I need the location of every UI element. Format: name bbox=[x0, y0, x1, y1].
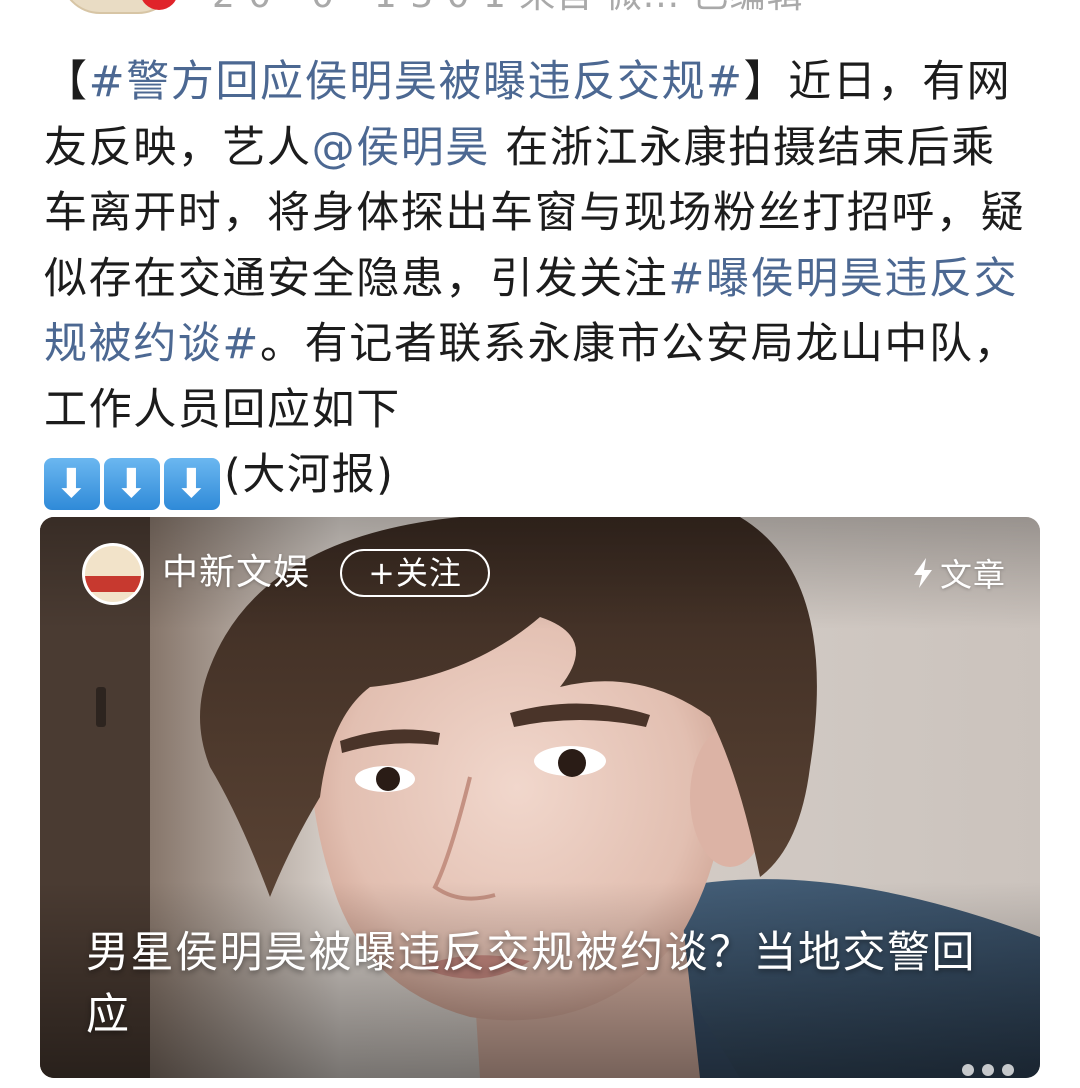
article-type-label: 文章 bbox=[912, 553, 1006, 594]
bracket-open: 【 bbox=[44, 57, 89, 107]
arrow-down-emoji-icon: ⬇ bbox=[164, 458, 220, 510]
watermark-dots bbox=[962, 1064, 1014, 1076]
logo-band bbox=[85, 576, 141, 592]
mention-link[interactable]: @侯明昊 bbox=[312, 123, 490, 173]
watermark-dot bbox=[1002, 1064, 1014, 1076]
watermark-dot bbox=[982, 1064, 994, 1076]
bracket-close: 】 bbox=[743, 57, 789, 107]
post-meta: 2 0 - 0 - 1 3 0 1 来自 微... 已编辑 bbox=[212, 0, 804, 16]
arrow-down-emoji-icon: ⬇ bbox=[104, 458, 160, 510]
follow-button[interactable]: +关注 bbox=[340, 549, 490, 597]
weibo-post: 2 0 - 0 - 1 3 0 1 来自 微... 已编辑 【#警方回应侯明昊被… bbox=[0, 0, 1080, 1088]
account-logo[interactable] bbox=[82, 543, 144, 605]
article-card[interactable]: 中新文娱 +关注 文章 男星侯明昊被曝违反交规被约谈？当地交警回应 bbox=[40, 517, 1040, 1078]
post-header: 2 0 - 0 - 1 3 0 1 来自 微... 已编辑 bbox=[0, 0, 1080, 16]
account-name[interactable]: 中新文娱 bbox=[162, 549, 310, 597]
card-header: 中新文娱 +关注 文章 bbox=[40, 517, 1040, 627]
post-text: 【#警方回应侯明昊被曝违反交规#】近日，有网友反映，艺人@侯明昊 在浙江永康拍摄… bbox=[44, 50, 1040, 510]
watermark-dot bbox=[962, 1064, 974, 1076]
article-type-text: 文章 bbox=[939, 556, 1006, 594]
topic-link[interactable]: #警方回应侯明昊被曝违反交规# bbox=[89, 57, 744, 107]
article-headline[interactable]: 男星侯明昊被曝违反交规被约谈？当地交警回应 bbox=[86, 922, 1016, 1046]
lightning-icon bbox=[913, 558, 932, 588]
arrow-down-emoji-icon: ⬇ bbox=[44, 458, 100, 510]
source-text: (大河报) bbox=[224, 450, 395, 500]
